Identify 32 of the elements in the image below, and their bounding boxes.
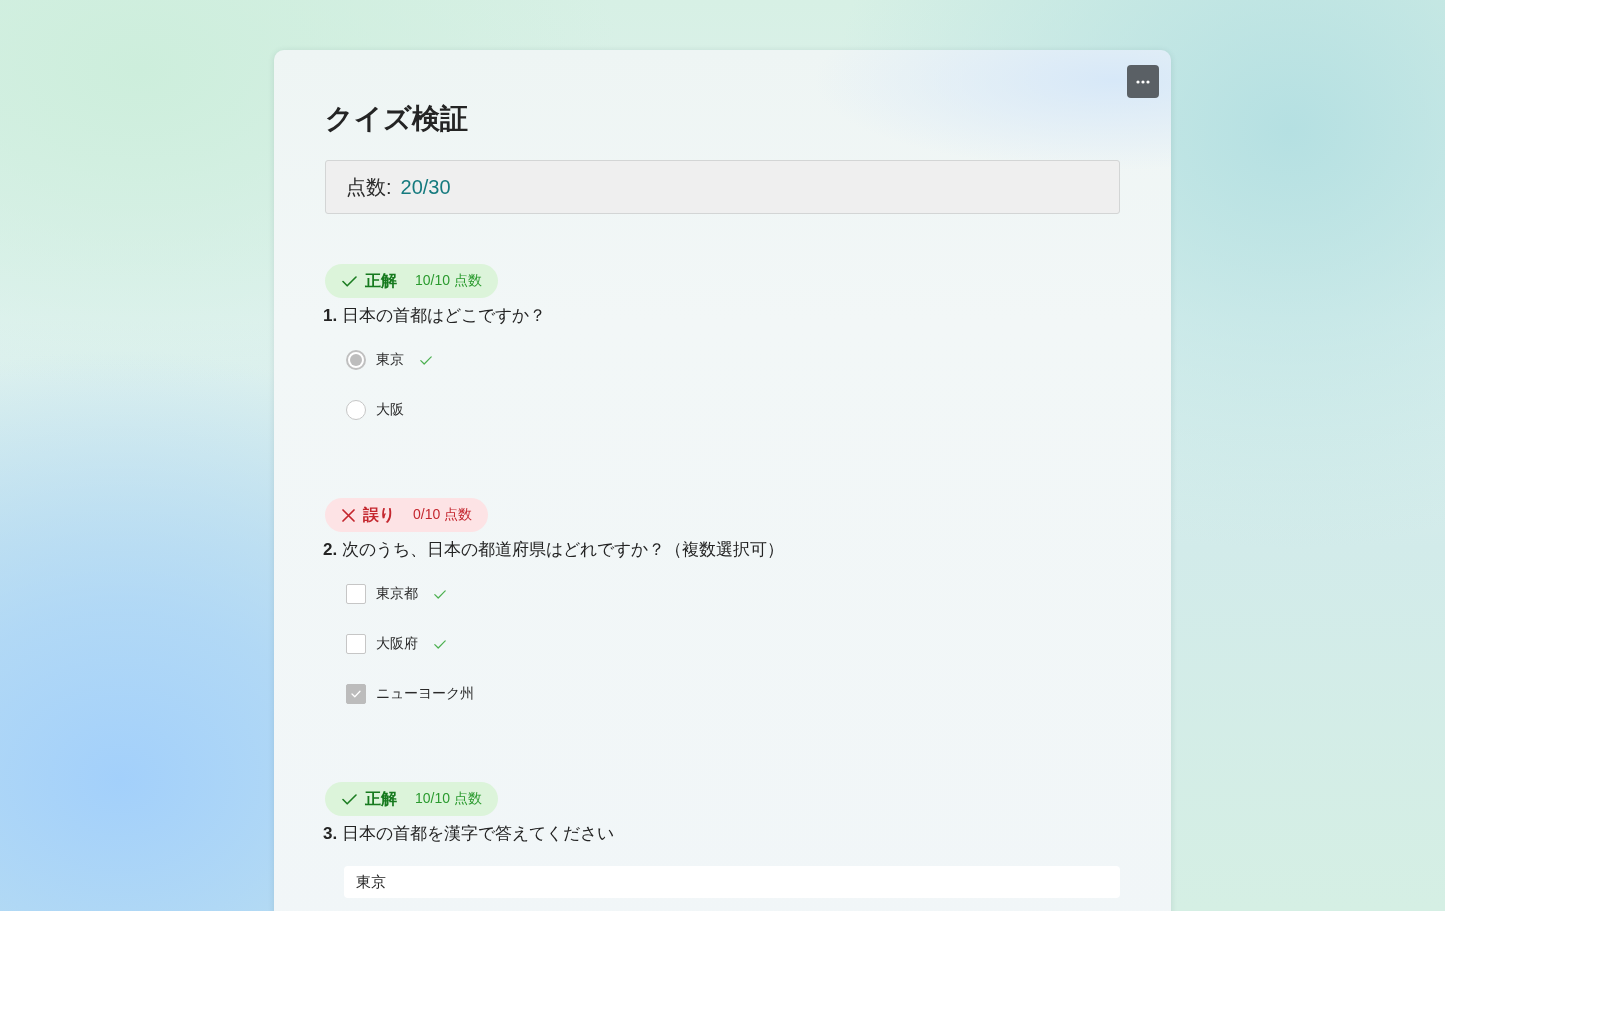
question-text: 次のうち、日本の都道府県はどれですか？（複数選択可） bbox=[342, 539, 785, 561]
score-label: 点数: bbox=[346, 174, 392, 200]
points-label: 10/10 点数 bbox=[415, 272, 482, 290]
answer-field[interactable]: 東京 bbox=[344, 866, 1120, 898]
checkbox[interactable] bbox=[346, 684, 366, 704]
verdict-label: 正解 bbox=[365, 270, 397, 291]
verdict-label: 正解 bbox=[365, 788, 397, 809]
option-label: ニューヨーク州 bbox=[376, 685, 474, 703]
radio-button[interactable] bbox=[346, 350, 366, 370]
checkbox[interactable] bbox=[346, 584, 366, 604]
question-text: 日本の首都はどこですか？ bbox=[342, 305, 547, 327]
cross-icon bbox=[342, 508, 355, 522]
option-label: 東京 bbox=[376, 351, 404, 369]
radio-button[interactable] bbox=[346, 400, 366, 420]
question-number: 1. bbox=[323, 305, 338, 327]
points-label: 10/10 点数 bbox=[415, 790, 482, 808]
ellipsis-icon bbox=[1136, 79, 1150, 84]
checkbox[interactable] bbox=[346, 634, 366, 654]
checkmark-icon bbox=[351, 690, 361, 698]
more-button[interactable] bbox=[1127, 65, 1159, 98]
score-value: 20/30 bbox=[400, 175, 451, 199]
verdict-label: 誤り bbox=[363, 504, 395, 525]
points-label: 0/10 点数 bbox=[413, 506, 473, 524]
question-number: 2. bbox=[323, 539, 338, 561]
option-label: 大阪府 bbox=[376, 635, 418, 653]
option-label: 東京都 bbox=[376, 585, 418, 603]
check-icon bbox=[342, 275, 357, 287]
question-number: 3. bbox=[323, 823, 338, 845]
question-text: 日本の首都を漢字で答えてください bbox=[342, 823, 615, 845]
check-icon bbox=[342, 793, 357, 805]
page-title: クイズ検証 bbox=[325, 102, 469, 136]
option-label: 大阪 bbox=[376, 401, 404, 419]
